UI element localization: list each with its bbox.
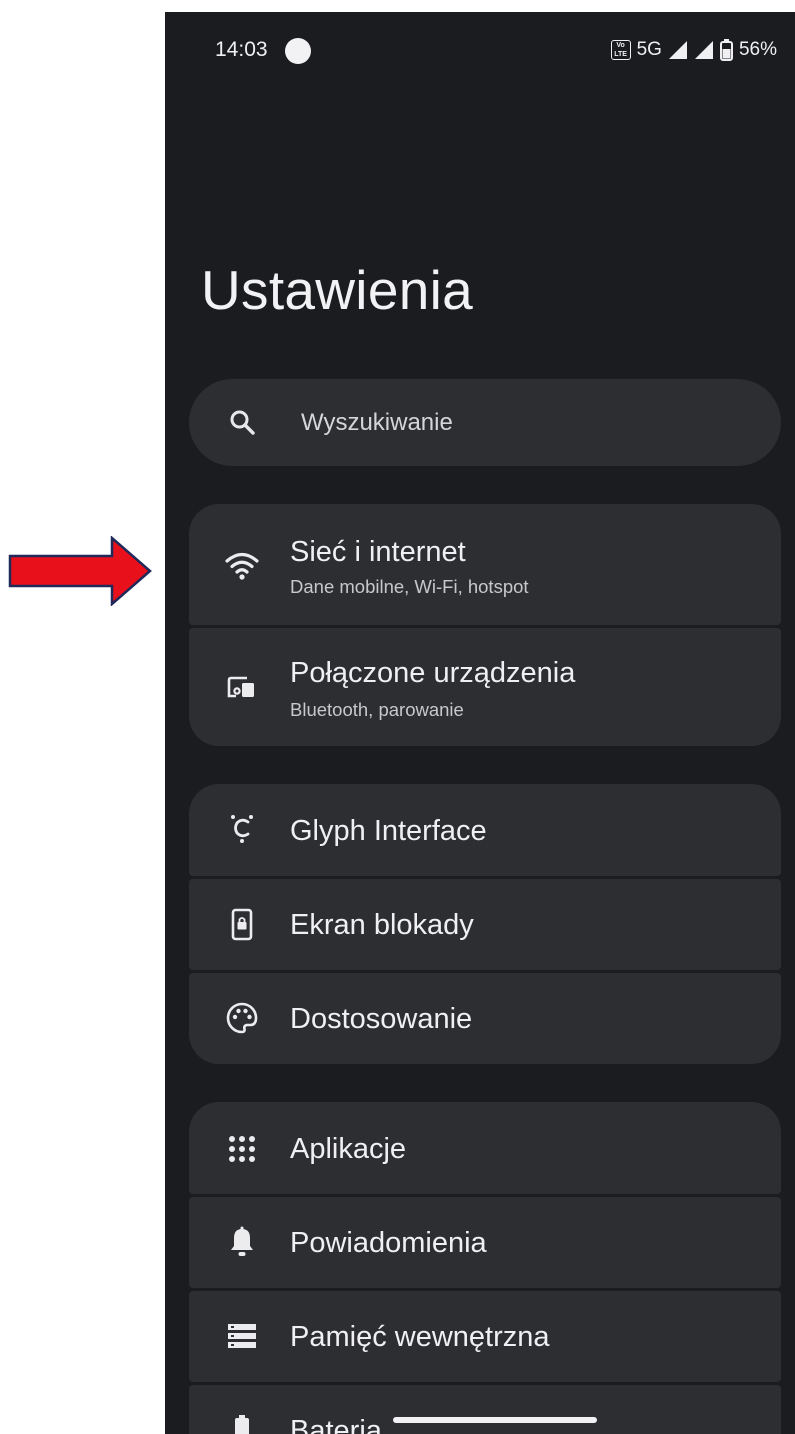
settings-item-label: Powiadomienia: [290, 1227, 487, 1259]
page-title: Ustawienia: [201, 259, 474, 321]
glyph-icon: [225, 813, 259, 847]
settings-item-label: Dostosowanie: [290, 1003, 473, 1035]
battery-percent: 56%: [738, 39, 777, 60]
signal-icon: [668, 41, 687, 59]
red-arrow-icon: [8, 536, 152, 606]
status-indicators: Vo LTE 5G 56%: [610, 38, 777, 62]
bell-icon: [225, 1225, 259, 1259]
settings-item-glyph[interactable]: Glyph Interface: [189, 784, 781, 876]
battery-status-icon: [719, 39, 733, 61]
storage-icon: [225, 1319, 259, 1353]
settings-item-storage[interactable]: Pamięć wewnętrzna: [189, 1291, 781, 1382]
settings-item-label: Bateria: [290, 1415, 382, 1434]
volte-icon: Vo LTE: [610, 40, 631, 60]
home-gesture-bar[interactable]: [393, 1417, 597, 1423]
settings-item-subtitle: Dane mobilne, Wi-Fi, hotspot: [290, 576, 529, 597]
search-icon: [230, 410, 255, 435]
signal-icon: [694, 41, 713, 59]
search-bar[interactable]: Wyszukiwanie: [189, 379, 781, 466]
palette-icon: [225, 1001, 259, 1035]
notification-dot-icon: [285, 38, 311, 64]
settings-item-label: Połączone urządzenia: [290, 657, 576, 689]
settings-item-label: Sieć i internet: [290, 536, 466, 568]
settings-item-label: Glyph Interface: [290, 815, 487, 847]
settings-item-customization[interactable]: Dostosowanie: [189, 973, 781, 1064]
settings-item-network[interactable]: Sieć i internet Dane mobilne, Wi-Fi, hot…: [189, 504, 781, 625]
apps-grid-icon: [225, 1132, 259, 1166]
settings-item-connected-devices[interactable]: Połączone urządzenia Bluetooth, parowani…: [189, 628, 781, 746]
connected-devices-icon: [225, 670, 259, 704]
battery-icon: [225, 1413, 259, 1434]
settings-item-label: Pamięć wewnętrzna: [290, 1321, 550, 1353]
settings-item-battery[interactable]: Bateria: [189, 1385, 781, 1434]
settings-item-subtitle: Bluetooth, parowanie: [290, 699, 464, 720]
status-time: 14:03: [215, 38, 268, 61]
settings-item-label: Ekran blokady: [290, 909, 474, 941]
settings-item-label: Aplikacje: [290, 1133, 407, 1165]
settings-item-apps[interactable]: Aplikacje: [189, 1102, 781, 1194]
phone-screen: 14:03 Vo LTE 5G 56% Ustawienia Wyszukiwan…: [165, 12, 795, 1434]
network-type: 5G: [636, 39, 662, 60]
status-bar: 14:03 Vo LTE 5G 56%: [165, 12, 795, 90]
settings-item-lock-screen[interactable]: Ekran blokady: [189, 879, 781, 970]
wifi-icon: [225, 548, 259, 582]
settings-item-notifications[interactable]: Powiadomienia: [189, 1197, 781, 1288]
lock-screen-icon: [225, 908, 259, 942]
search-placeholder: Wyszukiwanie: [301, 409, 453, 436]
